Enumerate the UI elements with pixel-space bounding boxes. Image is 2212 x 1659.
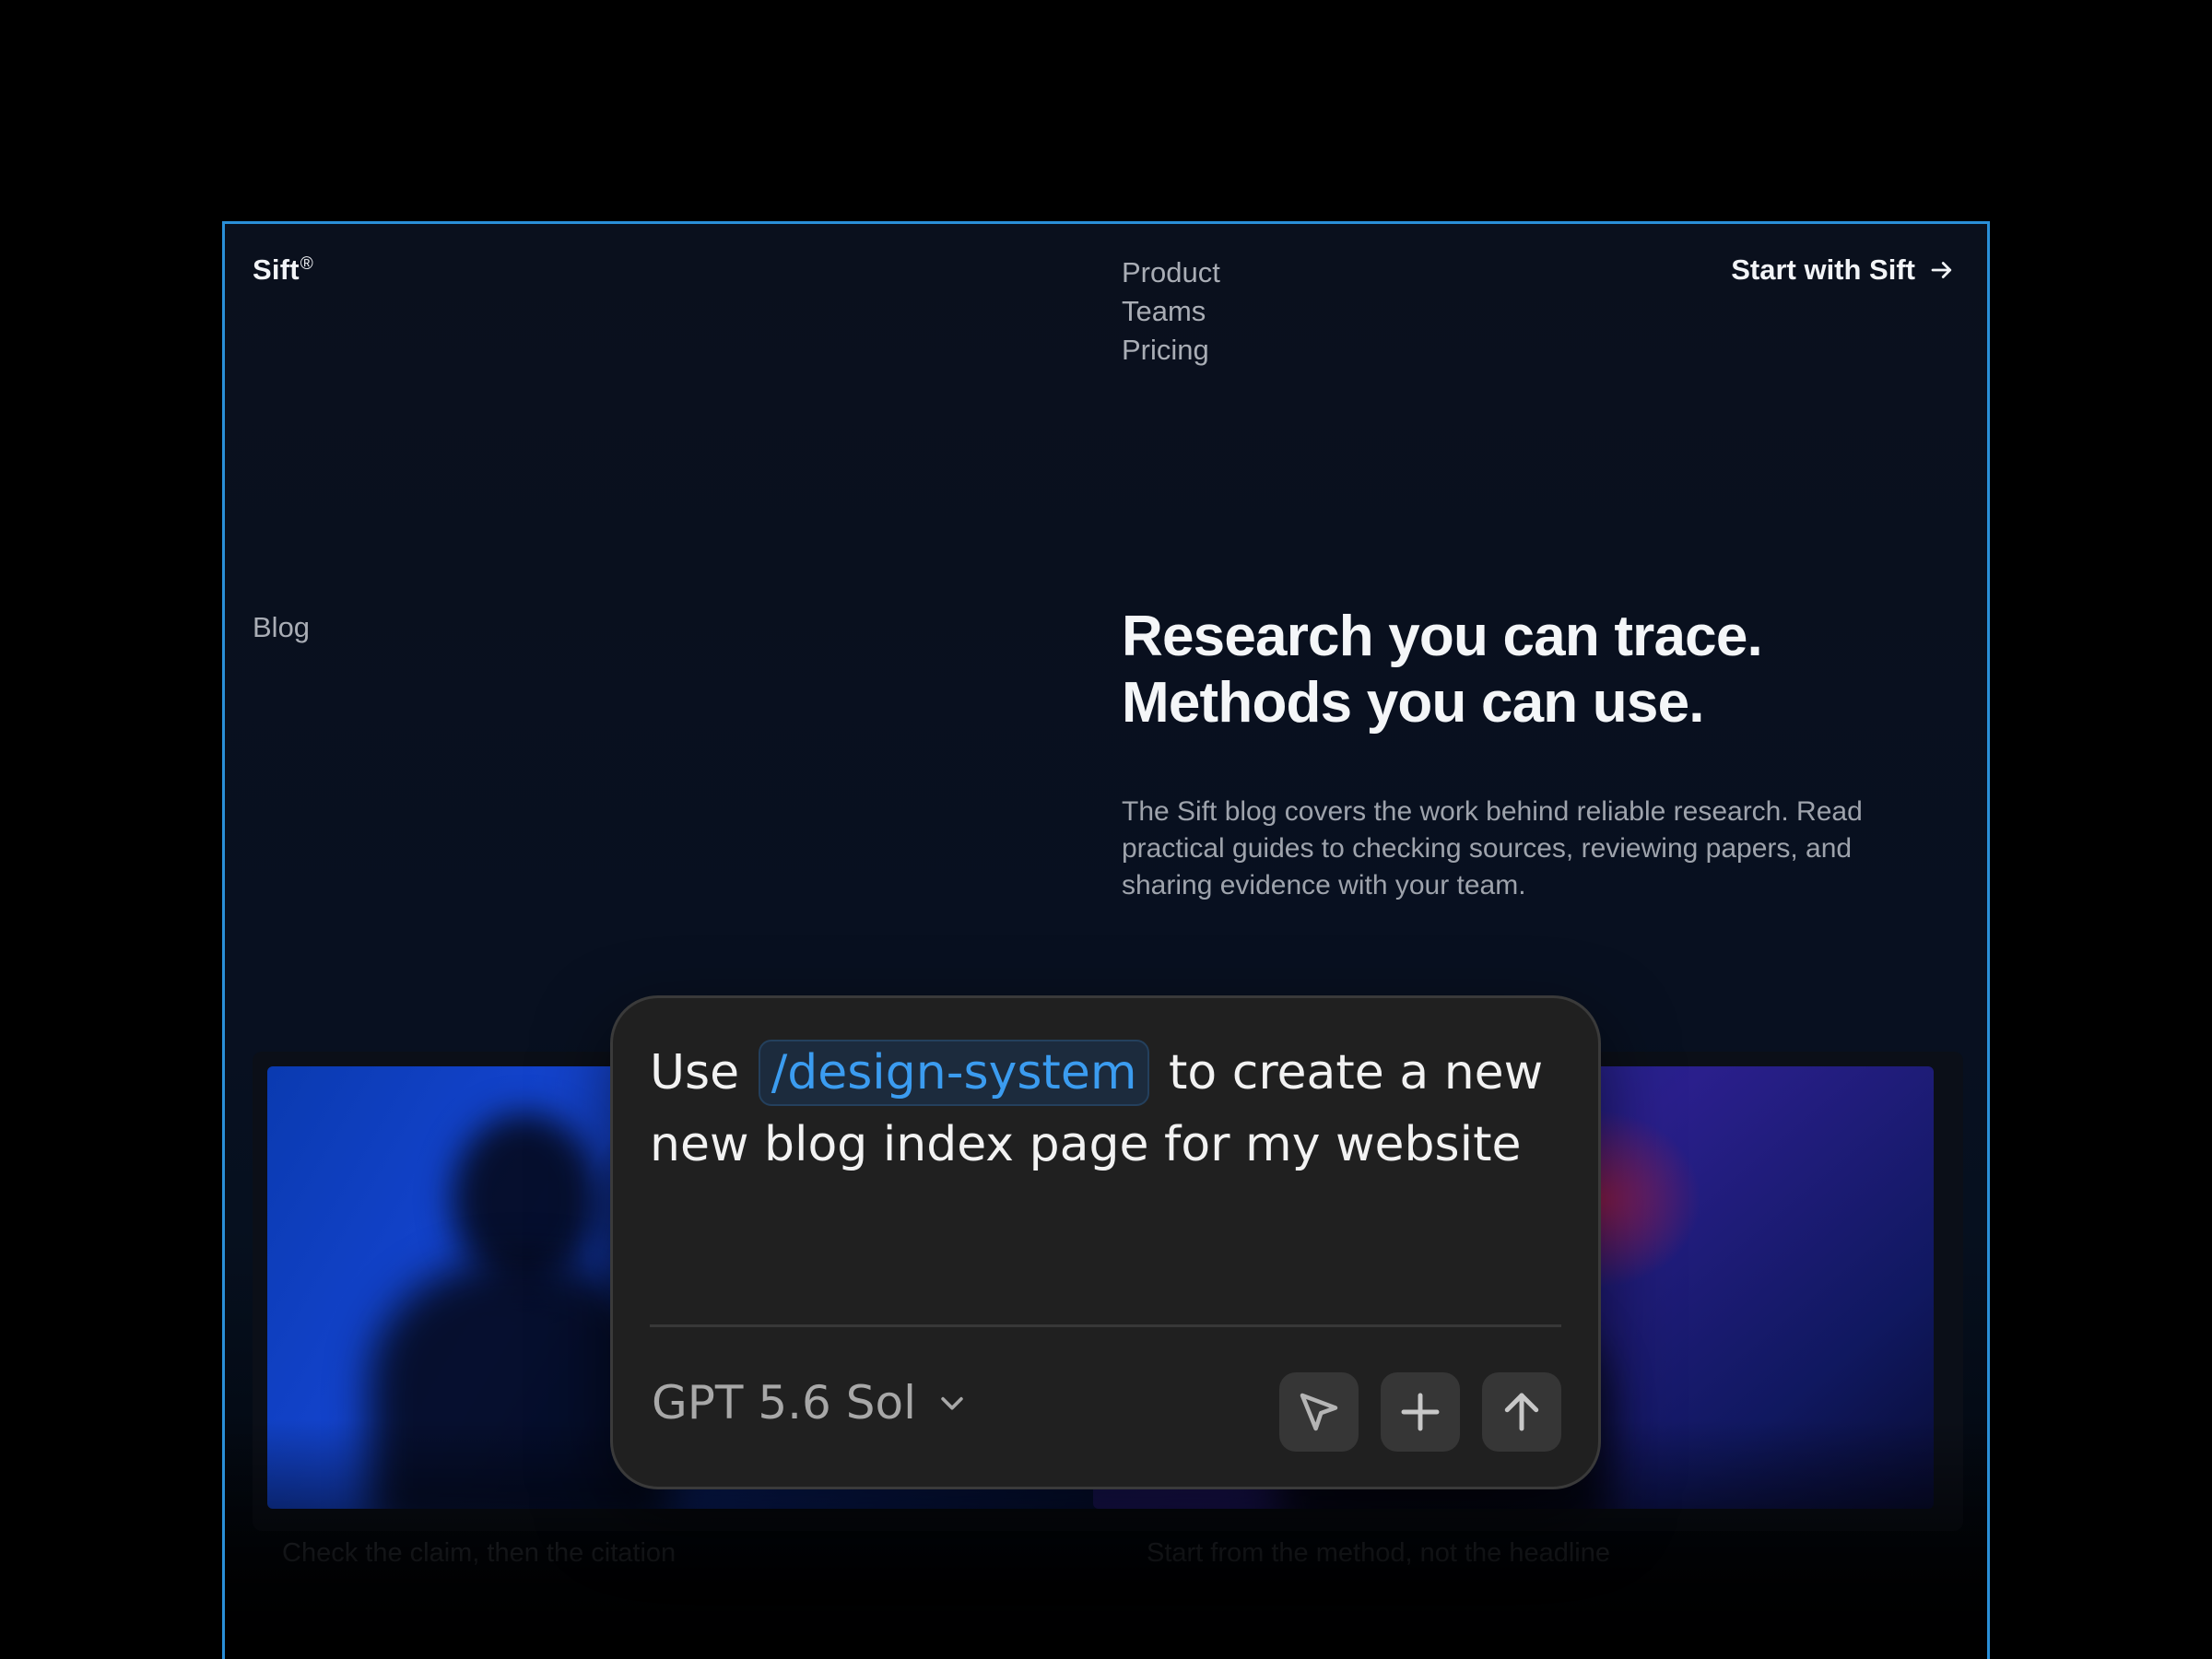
nav-item-pricing[interactable]: Pricing — [1122, 331, 1220, 370]
start-with-sift-button[interactable]: Start with Sift — [1731, 253, 1956, 287]
send-button[interactable] — [1482, 1372, 1561, 1452]
select-element-button[interactable] — [1279, 1372, 1359, 1452]
cursor-icon — [1300, 1393, 1338, 1431]
prompt-composer: Use /design-system to create a new new b… — [610, 995, 1601, 1489]
nav-item-product[interactable]: Product — [1122, 253, 1220, 292]
composer-actions — [1279, 1372, 1561, 1452]
site-logo-text: Sift — [253, 253, 300, 286]
arrow-up-icon — [1504, 1393, 1539, 1431]
hero-title: Research you can trace. Methods you can … — [1122, 604, 1877, 736]
design-system-mention-chip[interactable]: /design-system — [758, 1040, 1150, 1106]
blog-card-title-2[interactable]: Start from the method, not the headline — [1147, 1538, 1610, 1569]
hero-title-line-1: Research you can trace. — [1122, 605, 1763, 668]
arrow-right-icon — [1931, 262, 1952, 278]
plus-icon — [1401, 1393, 1440, 1431]
composer-divider — [650, 1324, 1561, 1327]
screen: Sift® Product Teams Pricing Start with S… — [0, 0, 2212, 1659]
hero-description: The Sift blog covers the work behind rel… — [1122, 796, 1863, 900]
site-logo[interactable]: Sift® — [253, 253, 313, 287]
cta-label: Start with Sift — [1731, 253, 1915, 286]
section-label-blog: Blog — [253, 611, 311, 643]
registered-mark: ® — [300, 254, 313, 274]
blog-card-title-1[interactable]: Check the claim, then the citation — [282, 1538, 676, 1569]
site-nav: Product Teams Pricing — [1122, 253, 1220, 370]
model-label: GPT 5.6 Sol — [652, 1376, 916, 1430]
prompt-text-before: Use — [650, 1045, 740, 1100]
chevron-down-icon — [941, 1396, 963, 1410]
prompt-input[interactable]: Use /design-system to create a new new b… — [650, 1037, 1571, 1181]
nav-item-teams[interactable]: Teams — [1122, 292, 1220, 331]
hero-title-line-2: Methods you can use. — [1122, 671, 1704, 735]
model-selector[interactable]: GPT 5.6 Sol — [652, 1376, 968, 1430]
add-attachment-button[interactable] — [1381, 1372, 1460, 1452]
